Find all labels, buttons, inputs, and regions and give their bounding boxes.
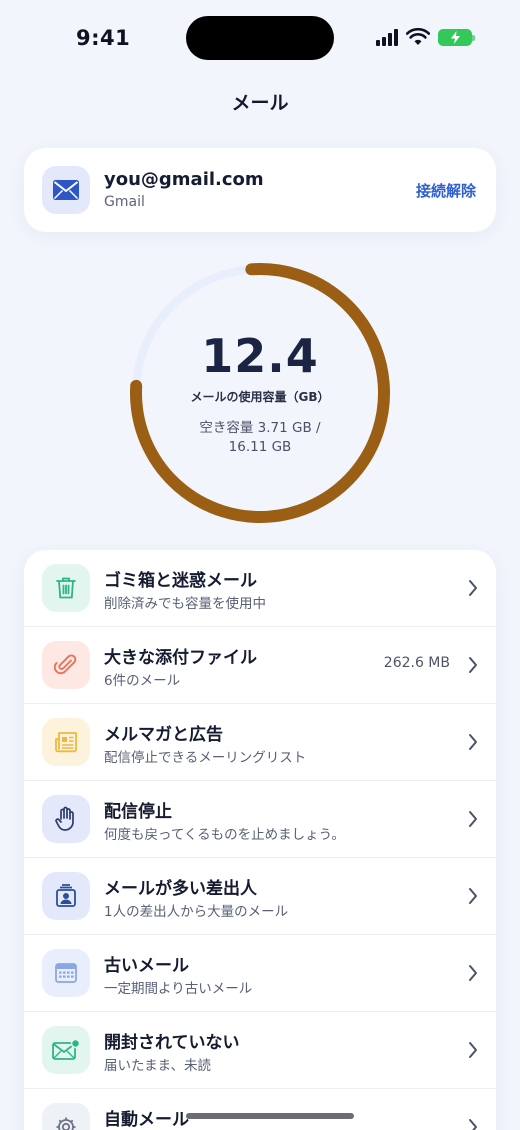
mail-icon [42,166,90,214]
storage-gauge: 12.4 メールの使用容量（GB） 空き容量 3.71 GB / 16.11 G… [128,261,392,525]
hand-icon [42,795,90,843]
list-item-title: メールが多い差出人 [104,879,257,899]
home-indicator[interactable] [186,1113,354,1119]
list-item-title: 開封されていない [104,1033,240,1053]
list-item-subtitle: 何度も戻ってくるものを止めましょう。 [104,827,345,843]
list-item-top-senders[interactable]: メールが多い差出人 1人の差出人から大量のメール [24,858,496,935]
disconnect-button[interactable]: 接続解除 [416,180,476,201]
status-time: 9:41 [76,26,131,50]
page-title: メール [231,92,289,114]
list-item-subtitle: 6件のメール [104,673,181,689]
free-space-line2: 16.11 GB [228,439,292,455]
list-item-size: 262.6 MB [383,655,450,671]
list-item-large-attachments[interactable]: 大きな添付ファイル 6件のメール 262.6 MB [24,627,496,704]
list-item-title: 配信停止 [104,802,172,822]
list-item-old-mail[interactable]: 古いメール 一定期間より古いメール [24,935,496,1012]
account-provider: Gmail [104,194,145,210]
usage-value: 12.4 [201,329,319,383]
list-item-title: ゴミ箱と迷惑メール [104,571,257,591]
category-list: ゴミ箱と迷惑メール 削除済みでも容量を使用中 大きな添付ファイル 6件のメール … [24,550,496,1130]
list-item-subtitle: 1人の差出人から大量のメール [104,904,289,920]
chevron-right-icon [469,888,477,904]
chevron-right-icon [469,1042,477,1058]
list-item-subtitle: 削除済みでも容量を使用中 [104,596,266,612]
gear-icon [42,1103,90,1130]
account-card: you@gmail.com Gmail 接続解除 [24,148,496,232]
chevron-right-icon [469,580,477,596]
newspaper-icon [42,718,90,766]
free-space-line1: 空き容量 3.71 GB / [199,420,321,436]
trash-icon [42,564,90,612]
status-bar: 9:41 [0,0,520,80]
wifi-icon [406,28,430,45]
usage-label: メールの使用容量（GB） [190,390,330,404]
list-item-unread[interactable]: 開封されていない 届いたまま、未読 [24,1012,496,1089]
chevron-right-icon [469,657,477,673]
paperclip-icon [42,641,90,689]
contact-icon [42,872,90,920]
status-icons [376,28,475,46]
signal-icon [376,28,398,46]
dynamic-island [186,16,334,60]
calendar-icon [42,949,90,997]
list-item-trash[interactable]: ゴミ箱と迷惑メール 削除済みでも容量を使用中 [24,550,496,627]
chevron-right-icon [469,965,477,981]
account-email: you@gmail.com [104,169,264,190]
list-item-subtitle: 一定期間より古いメール [104,981,253,997]
chevron-right-icon [469,811,477,827]
list-item-title: 大きな添付ファイル [104,648,257,668]
chevron-right-icon [469,734,477,750]
list-item-title: 自動メール [104,1110,189,1130]
chevron-right-icon [469,1119,477,1130]
list-item-newsletters[interactable]: メルマガと広告 配信停止できるメーリングリスト [24,704,496,781]
list-item-title: メルマガと広告 [104,725,223,745]
battery-icon [438,28,475,46]
list-item-title: 古いメール [104,956,189,976]
unread-mail-icon [42,1026,90,1074]
list-item-automated-mail[interactable]: 自動メール [24,1089,496,1130]
list-item-subtitle: 配信停止できるメーリングリスト [104,750,307,766]
free-space-text: 空き容量 3.71 GB / 16.11 GB [180,419,340,457]
list-item-unsubscribe[interactable]: 配信停止 何度も戻ってくるものを止めましょう。 [24,781,496,858]
list-item-subtitle: 届いたまま、未読 [104,1058,212,1074]
